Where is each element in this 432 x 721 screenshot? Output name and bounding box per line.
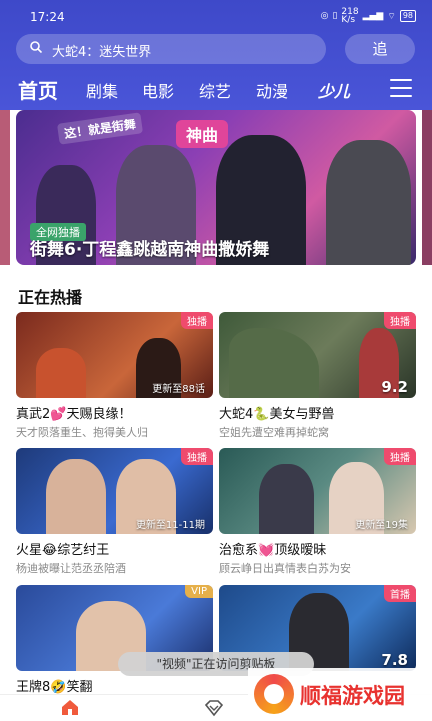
site-watermark: 顺福游戏园: [248, 668, 432, 720]
wifi-icon: ⌔: [387, 11, 396, 22]
banner-figure: [326, 140, 411, 265]
rating-score: 7.8: [381, 651, 408, 669]
tab-variety[interactable]: 综艺: [199, 78, 231, 102]
tab-series[interactable]: 剧集: [86, 78, 118, 102]
laugh-emoji-icon: 🤣: [50, 680, 67, 695]
card-title: 治愈系💓顶级暧昧: [219, 539, 416, 558]
video-card[interactable]: 独播 更新至88话 真武2💕天赐良缘！ 天才陨落重生、抱得美人归: [16, 312, 213, 440]
exclusive-badge: 独播: [384, 448, 416, 465]
exclusive-badge: 独播: [181, 312, 213, 329]
watermark-logo-icon: [254, 674, 294, 714]
search-icon: [30, 41, 42, 53]
card-title-part: 火星: [16, 543, 43, 558]
card-subtitle: 空姐先遭空难再掉蛇窝: [219, 426, 329, 439]
tab-movies[interactable]: 电影: [142, 78, 174, 102]
card-title-part: 笑翻: [66, 680, 93, 695]
card-title-part: 天赐良缘！: [66, 407, 132, 422]
card-title: 王牌8🤣笑翻: [16, 676, 213, 695]
card-title-part: 综艺纣王: [57, 543, 110, 558]
card-title-part: 治愈系: [219, 543, 259, 558]
vip-diamond-icon[interactable]: [204, 699, 224, 717]
card-title-part: 大蛇4: [219, 407, 254, 422]
video-thumbnail: 独播 更新至88话: [16, 312, 213, 398]
status-time: 17:24: [30, 10, 65, 24]
update-status: 更新至88话: [152, 384, 205, 395]
card-title: 大蛇4🐍美女与野兽: [219, 403, 416, 422]
net-speed: 218 K/s: [341, 7, 359, 25]
video-thumbnail: 独播 更新至19集: [219, 448, 416, 534]
card-title-part: 王牌8: [16, 680, 51, 695]
exclusive-badge: 独播: [384, 312, 416, 329]
vip-badge: VIP: [185, 585, 213, 598]
thumb-creature: [229, 328, 319, 398]
rating-score: 9.2: [381, 378, 408, 396]
update-status: 更新至19集: [355, 520, 408, 531]
card-subtitle: 天才陨落重生、抱得美人归: [16, 426, 148, 439]
nfc-icon: ◎: [320, 11, 329, 21]
tab-kids[interactable]: 少儿: [318, 78, 350, 102]
banner-title: 街舞6·丁程鑫跳越南神曲撒娇舞: [30, 240, 270, 260]
tab-anime[interactable]: 动漫: [256, 78, 288, 102]
status-icons: ◎ ▯ 218 K/s ▂▄▆ ⌔ 98: [320, 7, 416, 25]
banner-next-peek[interactable]: [422, 110, 432, 265]
search-bar[interactable]: 大蛇4：迷失世界: [16, 34, 326, 64]
section-title: 正在热播: [18, 288, 83, 307]
watermark-text: 顺福游戏园: [300, 684, 405, 708]
video-thumbnail: 独播 更新至11-11期: [16, 448, 213, 534]
card-subtitle: 杨迪被曝让范丞丞陪酒: [16, 562, 126, 575]
top-header: 17:24 ◎ ▯ 218 K/s ▂▄▆ ⌔ 98 大蛇4：迷失世界 追 首页…: [0, 0, 432, 110]
card-title: 火星😂综艺纣王: [16, 539, 213, 558]
heart-emoji-icon: 💓: [258, 543, 275, 558]
video-card[interactable]: 独播 更新至19集 治愈系💓顶级暧昧 顾云峥日出真情表白苏为安: [219, 448, 416, 576]
card-title-part: 美女与野兽: [269, 407, 335, 422]
video-card[interactable]: 独播 更新至11-11期 火星😂综艺纣王 杨迪被曝让范丞丞陪酒: [16, 448, 213, 576]
vibrate-icon: ▯: [332, 11, 338, 21]
battery-icon: 98: [399, 10, 416, 22]
thumb-figure: [259, 464, 314, 534]
search-input[interactable]: 大蛇4：迷失世界: [52, 41, 151, 60]
hero-banner[interactable]: 这！就是街舞 神曲 全网独播 街舞6·丁程鑫跳越南神曲撒娇舞: [16, 110, 416, 265]
status-bar: 17:24 ◎ ▯ 218 K/s ▂▄▆ ⌔ 98: [0, 0, 432, 30]
home-icon[interactable]: [60, 698, 80, 716]
show-logo: 这！就是街舞: [56, 112, 144, 145]
card-title-part: 顶级暧昧: [274, 543, 327, 558]
update-status: 更新至11-11期: [135, 520, 205, 531]
banner-prev-peek[interactable]: [0, 110, 10, 265]
tab-home[interactable]: 首页: [18, 75, 58, 104]
thumb-figure: [36, 348, 86, 398]
signal-icon: ▂▄▆: [362, 11, 384, 21]
category-tabs: 首页 剧集 电影 综艺 动漫 少儿: [0, 72, 432, 106]
card-title: 真武2💕天赐良缘！: [16, 403, 213, 422]
video-thumbnail: 独播 9.2: [219, 312, 416, 398]
follow-button[interactable]: 追: [345, 34, 415, 64]
card-title-part: 真武2: [16, 407, 51, 422]
thumb-figure: [46, 459, 106, 534]
video-card[interactable]: VIP 王牌8🤣笑翻: [16, 585, 213, 695]
grin-emoji-icon: 😂: [42, 543, 58, 558]
menu-icon[interactable]: [390, 79, 412, 97]
stage-sign: 神曲: [176, 120, 229, 148]
premiere-badge: 首播: [384, 585, 416, 602]
exclusive-badge: 独播: [181, 448, 213, 465]
snake-emoji-icon: 🐍: [253, 407, 270, 422]
heart-emoji-icon: 💕: [50, 407, 67, 422]
card-subtitle: 顾云峥日出真情表白苏为安: [219, 562, 351, 575]
video-card[interactable]: 独播 9.2 大蛇4🐍美女与野兽 空姐先遭空难再掉蛇窝: [219, 312, 416, 440]
